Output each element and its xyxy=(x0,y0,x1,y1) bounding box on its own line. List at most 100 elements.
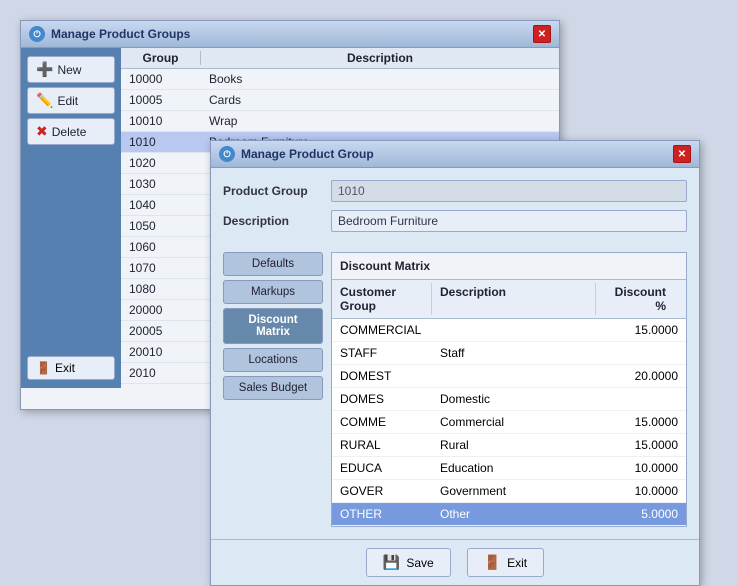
ct-discount: 10.0000 xyxy=(596,459,686,477)
discount-matrix-title: Discount Matrix xyxy=(332,253,686,280)
td-group: 1040 xyxy=(121,197,201,213)
td-group: 10000 xyxy=(121,71,201,87)
td-group: 20005 xyxy=(121,323,201,339)
ct-description: Rural xyxy=(432,436,596,454)
description-label: Description xyxy=(223,214,323,228)
ct-discount: 10.0000 xyxy=(596,482,686,500)
exit-button[interactable]: 🚪 Exit xyxy=(27,356,115,380)
td-group: 20010 xyxy=(121,344,201,360)
ct-discount: 20.0000 xyxy=(596,367,686,385)
exit-icon: 🚪 xyxy=(36,361,51,375)
discount-table-row[interactable]: STAFF Staff xyxy=(332,342,686,365)
tab-markups[interactable]: Markups xyxy=(223,280,323,304)
delete-button[interactable]: ✖ Delete xyxy=(27,118,115,145)
discount-col-discount: Discount % xyxy=(596,283,686,315)
discount-table-row[interactable]: COMMERCIAL 15.0000 xyxy=(332,319,686,342)
tab-discount-matrix[interactable]: Discount Matrix xyxy=(223,308,323,344)
ct-customer-group: DOMES xyxy=(332,390,432,408)
ct-description: Other xyxy=(432,505,596,523)
td-group: 1030 xyxy=(121,176,201,192)
table-row[interactable]: 10000 Books xyxy=(121,69,559,90)
main-title-bar: ⏻ Manage Product Groups ✕ xyxy=(21,21,559,48)
discount-table-row[interactable]: RURAL Rural 15.0000 xyxy=(332,434,686,457)
ct-customer-group: DOMEST xyxy=(332,367,432,385)
discount-table-header: Customer Group Description Discount % xyxy=(332,280,686,319)
td-group: 1050 xyxy=(121,218,201,234)
td-group: 2020 xyxy=(121,386,201,388)
ct-description: Domestic xyxy=(432,390,596,408)
dialog-window-title: Manage Product Group xyxy=(241,147,374,161)
td-desc: Books xyxy=(201,71,559,87)
delete-icon: ✖ xyxy=(36,123,48,140)
product-group-row: Product Group xyxy=(223,180,687,202)
tab-buttons: Defaults Markups Discount Matrix Locations S… xyxy=(223,252,323,527)
dialog-main: Defaults Markups Discount Matrix Locations S… xyxy=(211,252,699,539)
ct-customer-group: COMME xyxy=(332,413,432,431)
ct-description xyxy=(432,321,596,339)
table-row[interactable]: 10005 Cards xyxy=(121,90,559,111)
discount-table-row[interactable]: OTHER Other 5.0000 xyxy=(332,503,686,526)
ct-customer-group: GOVER xyxy=(332,482,432,500)
description-input[interactable] xyxy=(331,210,687,232)
td-group: 1010 xyxy=(121,134,201,150)
dialog-close-button[interactable]: ✕ xyxy=(673,145,691,163)
discount-table-body[interactable]: COMMERCIAL 15.0000 STAFF Staff DOMEST 20… xyxy=(332,319,686,526)
ct-description: Government xyxy=(432,482,596,500)
td-group: 1070 xyxy=(121,260,201,276)
ct-description: Staff xyxy=(432,344,596,362)
col-description: Description xyxy=(201,51,559,65)
td-group: 10005 xyxy=(121,92,201,108)
ct-customer-group: COMMERCIAL xyxy=(332,321,432,339)
new-icon: ➕ xyxy=(36,61,53,78)
dialog-exit-icon: 🚪 xyxy=(484,554,501,571)
dialog-body: Product Group Description xyxy=(211,168,699,252)
discount-table-row[interactable]: DOMES Domestic xyxy=(332,388,686,411)
tab-locations[interactable]: Locations xyxy=(223,348,323,372)
main-close-button[interactable]: ✕ xyxy=(533,25,551,43)
description-row: Description xyxy=(223,210,687,232)
ct-discount: 15.0000 xyxy=(596,413,686,431)
edit-icon: ✏️ xyxy=(36,92,53,109)
product-group-label: Product Group xyxy=(223,184,323,198)
td-group: 1080 xyxy=(121,281,201,297)
td-group: 1060 xyxy=(121,239,201,255)
ct-description: Commercial xyxy=(432,413,596,431)
ct-customer-group: OTHER xyxy=(332,505,432,523)
ct-description xyxy=(432,367,596,385)
td-group: 2010 xyxy=(121,365,201,381)
ct-customer-group: STAFF xyxy=(332,344,432,362)
table-row[interactable]: 10010 Wrap xyxy=(121,111,559,132)
discount-table-row[interactable]: COMME Commercial 15.0000 xyxy=(332,411,686,434)
main-window-icon: ⏻ xyxy=(29,26,45,42)
discount-table-row[interactable]: DOMEST 20.0000 xyxy=(332,365,686,388)
td-group: 10010 xyxy=(121,113,201,129)
td-group: 1020 xyxy=(121,155,201,171)
tab-defaults[interactable]: Defaults xyxy=(223,252,323,276)
ct-discount: 15.0000 xyxy=(596,436,686,454)
dialog-footer: 💾 Save 🚪 Exit xyxy=(211,539,699,585)
new-button[interactable]: ➕ New xyxy=(27,56,115,83)
dialog-title-bar: ⏻ Manage Product Group ✕ xyxy=(211,141,699,168)
discount-table-row[interactable]: GOVER Government 10.0000 xyxy=(332,480,686,503)
ct-customer-group: EDUCA xyxy=(332,459,432,477)
edit-button[interactable]: ✏️ Edit xyxy=(27,87,115,114)
td-desc: Wrap xyxy=(201,113,559,129)
tab-sales-budget[interactable]: Sales Budget xyxy=(223,376,323,400)
ct-customer-group: RURAL xyxy=(332,436,432,454)
dialog-window-icon: ⏻ xyxy=(219,146,235,162)
discount-col-customer-group: Customer Group xyxy=(332,283,432,315)
dialog-exit-button[interactable]: 🚪 Exit xyxy=(467,548,544,577)
save-icon: 💾 xyxy=(383,554,400,571)
content-panel: Discount Matrix Customer Group Descripti… xyxy=(331,252,687,527)
td-desc: Cards xyxy=(201,92,559,108)
product-group-input[interactable] xyxy=(331,180,687,202)
save-button[interactable]: 💾 Save xyxy=(366,548,451,577)
col-group: Group xyxy=(121,51,201,65)
ct-discount: 15.0000 xyxy=(596,321,686,339)
ct-discount xyxy=(596,344,686,362)
discount-table-row[interactable]: EDUCA Education 10.0000 xyxy=(332,457,686,480)
table-header: Group Description xyxy=(121,48,559,69)
main-window-title: Manage Product Groups xyxy=(51,27,190,41)
ct-discount: 5.0000 xyxy=(596,505,686,523)
left-toolbar: ➕ New ✏️ Edit ✖ Delete 🚪 Exit xyxy=(21,48,121,388)
